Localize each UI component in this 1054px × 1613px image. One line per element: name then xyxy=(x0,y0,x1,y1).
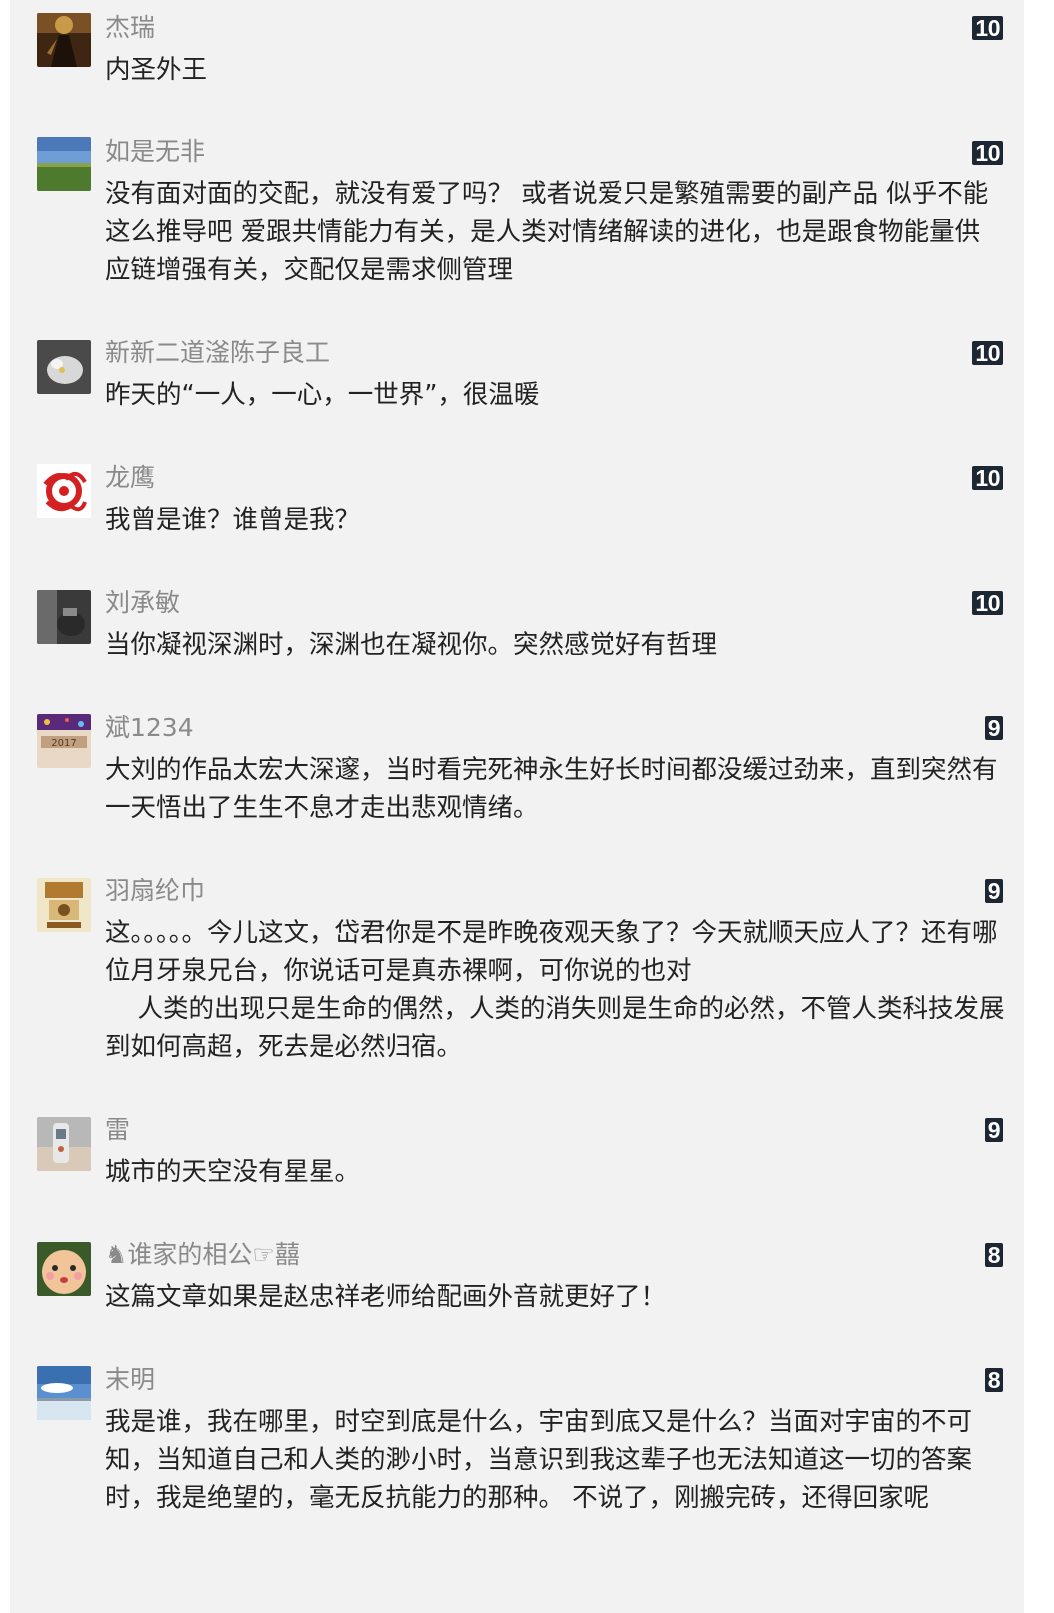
svg-text:2017: 2017 xyxy=(51,738,76,749)
comment-author[interactable]: 雷 xyxy=(105,1115,130,1145)
comment-text: 内圣外王 xyxy=(105,55,208,85)
avatar[interactable] xyxy=(37,464,91,518)
like-count-badge[interactable]: 9 xyxy=(984,716,1003,740)
avatar[interactable] xyxy=(37,1366,91,1420)
comment-author[interactable]: ♞谁家的相公☞囍 xyxy=(105,1240,300,1270)
comments-panel: 杰瑞 10 内圣外王 如是无非 10 没有面对面的交配，就没有爱了吗？ 或者说爱… xyxy=(10,0,1024,1613)
avatar[interactable] xyxy=(37,590,91,644)
like-count-badge[interactable]: 9 xyxy=(984,879,1003,903)
avatar-icon xyxy=(37,1117,91,1171)
avatar-icon xyxy=(37,1366,91,1420)
avatar[interactable] xyxy=(37,340,91,394)
avatar[interactable]: 2017 xyxy=(37,714,91,768)
comment-text: 我是谁，我在哪里，时空到底是什么，宇宙到底又是什么？当面对宇宙的不可知，当知道自… xyxy=(105,1407,973,1513)
avatar-icon xyxy=(37,340,91,394)
comment-author[interactable]: 羽扇纶巾 xyxy=(105,876,205,906)
like-count-badge[interactable]: 10 xyxy=(972,16,1003,40)
comment-author[interactable]: 新新二道滏陈子良工 xyxy=(105,338,330,368)
avatar[interactable] xyxy=(37,1242,91,1296)
avatar-icon xyxy=(37,13,91,67)
like-count-badge[interactable]: 10 xyxy=(972,466,1003,490)
avatar[interactable] xyxy=(37,137,91,191)
avatar-icon xyxy=(37,137,91,191)
like-count-badge[interactable]: 8 xyxy=(984,1368,1003,1392)
avatar[interactable] xyxy=(37,13,91,67)
comment-author[interactable]: 斌1234 xyxy=(105,713,194,743)
comment-text: 昨天的“一人，一心，一世界”，很温暖 xyxy=(105,380,540,410)
avatar-icon xyxy=(37,464,91,518)
comment-author[interactable]: 龙鹰 xyxy=(105,463,155,493)
like-count-badge[interactable]: 8 xyxy=(984,1243,1003,1267)
like-count-badge[interactable]: 10 xyxy=(972,591,1003,615)
like-count-badge[interactable]: 10 xyxy=(972,141,1003,165)
comment-author[interactable]: 如是无非 xyxy=(105,137,205,167)
comment-text: 这。。。。。今儿这文，岱君你是不是昨晚夜观天象了？今天就顺天应人了？还有哪位月牙… xyxy=(105,918,1005,1062)
comment-text: 没有面对面的交配，就没有爱了吗？ 或者说爱只是繁殖需要的副产品 似乎不能这么推导… xyxy=(105,179,989,285)
like-count-badge[interactable]: 9 xyxy=(984,1118,1003,1142)
comment-text: 这篇文章如果是赵忠祥老师给配画外音就更好了！ xyxy=(105,1282,667,1312)
avatar-icon xyxy=(37,590,91,644)
comment-author[interactable]: 杰瑞 xyxy=(105,13,155,43)
avatar[interactable] xyxy=(37,1117,91,1171)
comment-text: 我曾是谁？谁曾是我？ xyxy=(105,505,361,535)
like-count-badge[interactable]: 10 xyxy=(972,341,1003,365)
comment-author[interactable]: 刘承敏 xyxy=(105,588,180,618)
avatar[interactable] xyxy=(37,878,91,932)
avatar-icon xyxy=(37,878,91,932)
comment-text: 大刘的作品太宏大深邃，当时看完死神永生好长时间都没缓过劲来，直到突然有一天悟出了… xyxy=(105,755,998,823)
comment-text: 城市的天空没有星星。 xyxy=(105,1157,361,1187)
avatar-icon xyxy=(37,1242,91,1296)
avatar-icon: 2017 xyxy=(37,714,91,768)
comment-author[interactable]: 末明 xyxy=(105,1365,155,1395)
comment-text: 当你凝视深渊时，深渊也在凝视你。突然感觉好有哲理 xyxy=(105,630,718,660)
